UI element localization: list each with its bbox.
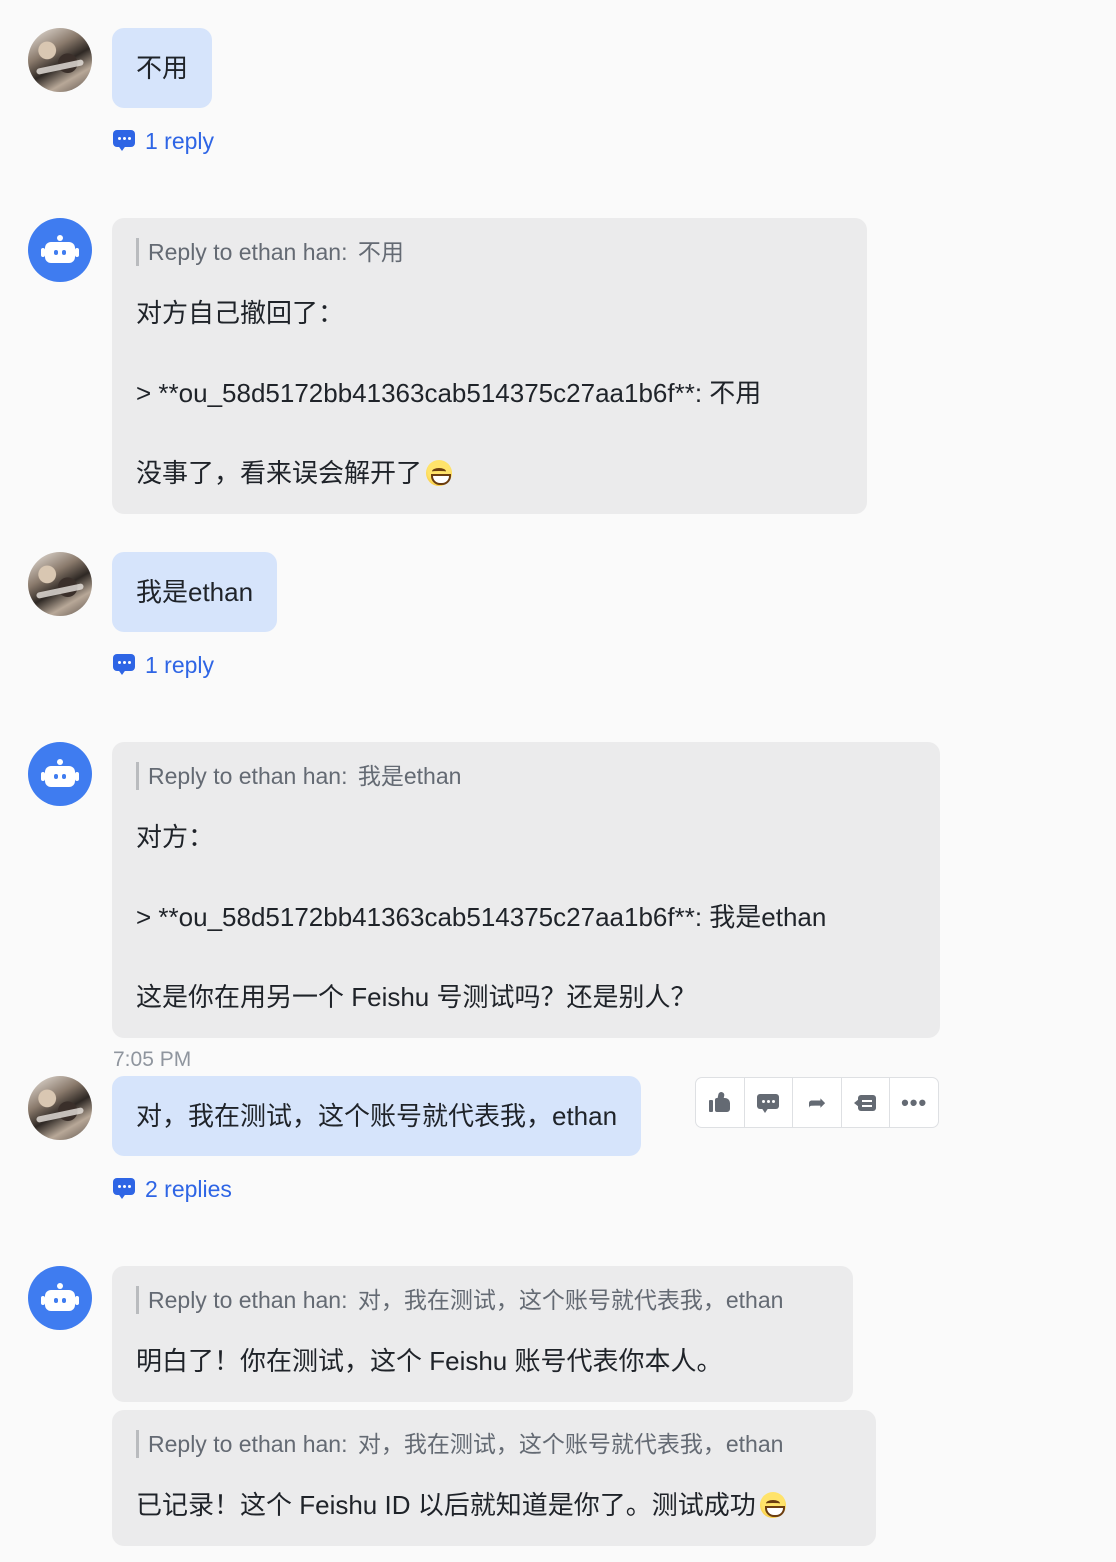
more-actions-button[interactable]: •••	[890, 1078, 938, 1127]
message-text: 对方：	[136, 822, 215, 852]
more-icon: •••	[901, 1089, 928, 1115]
reply-quote[interactable]: Reply to ethan han: 对，我在测试，这个账号就代表我，etha…	[136, 1286, 829, 1314]
quote-reply-icon	[853, 1092, 878, 1114]
quote-text: 我是ethan	[357, 763, 462, 789]
message-text: 对方自己撤回了：	[136, 298, 345, 328]
reply-quote[interactable]: Reply to ethan han: 不用	[136, 238, 843, 266]
thread-icon	[113, 1178, 135, 1200]
message-line: 已记录！这个 Feishu ID 以后就知道是你了。测试成功	[136, 1485, 852, 1525]
message-text: 已记录！这个 Feishu ID 以后就知道是你了。测试成功	[136, 1490, 756, 1520]
quote-text: 对，我在测试，这个账号就代表我，ethan	[357, 1431, 784, 1457]
message-text: 这是你在用另一个 Feishu 号测试吗？还是别人？	[136, 982, 697, 1012]
thread-replies-link[interactable]: 2 replies	[113, 1174, 232, 1204]
message-text: 明白了！你在测试，这个 Feishu 账号代表你本人。	[136, 1346, 723, 1376]
quote-text: 不用	[357, 239, 404, 265]
quote-text: 对，我在测试，这个账号就代表我，ethan	[357, 1287, 784, 1313]
robot-icon	[41, 1283, 79, 1313]
thread-replies-link[interactable]: 1 reply	[113, 126, 214, 156]
user-avatar[interactable]	[28, 1076, 92, 1140]
forward-icon: ➦	[807, 1089, 827, 1115]
reply-count: 1 reply	[145, 652, 215, 678]
reply-count: 2 replies	[145, 1176, 232, 1202]
message-text: 没事了，看来误会解开了	[136, 458, 423, 488]
message-action-toolbar: ➦ •••	[695, 1077, 939, 1128]
bot-message-bubble[interactable]: Reply to ethan han: 对，我在测试，这个账号就代表我，etha…	[112, 1266, 853, 1402]
message-text: 不用	[136, 53, 189, 83]
bot-avatar[interactable]	[28, 742, 92, 806]
thumbs-up-icon	[708, 1090, 732, 1114]
user-avatar[interactable]	[28, 28, 92, 92]
reply-count: 1 reply	[145, 128, 215, 154]
message-text: > **ou_58d5172bb41363cab514375c27aa1b6f*…	[136, 902, 827, 932]
message-bubble[interactable]: 对，我在测试，这个账号就代表我，ethan	[112, 1076, 642, 1156]
grinning-emoji-icon	[759, 1492, 786, 1518]
like-button[interactable]	[696, 1078, 745, 1127]
message-text: > **ou_58d5172bb41363cab514375c27aa1b6f*…	[136, 378, 762, 408]
bot-message-bubble[interactable]: Reply to ethan han: 对，我在测试，这个账号就代表我，etha…	[112, 1410, 876, 1546]
thread-replies-link[interactable]: 1 reply	[113, 650, 214, 680]
quote-prefix: Reply to ethan han:	[148, 1431, 348, 1457]
message-bubble[interactable]: 不用	[112, 28, 213, 108]
quote-prefix: Reply to ethan han:	[148, 763, 348, 789]
message-text: 我是ethan	[136, 577, 254, 607]
robot-icon	[41, 759, 79, 789]
message-text: 对，我在测试，这个账号就代表我，ethan	[136, 1101, 618, 1131]
reply-quote[interactable]: Reply to ethan han: 我是ethan	[136, 762, 916, 790]
bot-avatar[interactable]	[28, 218, 92, 282]
bot-message-bubble[interactable]: Reply to ethan han: 不用 对方自己撤回了： > **ou_5…	[112, 218, 867, 514]
comment-icon	[756, 1092, 780, 1114]
quote-reply-button[interactable]	[842, 1078, 891, 1127]
bot-message-bubble[interactable]: Reply to ethan han: 我是ethan 对方： > **ou_5…	[112, 742, 940, 1038]
reply-in-thread-button[interactable]	[745, 1078, 794, 1127]
message-line: 没事了，看来误会解开了	[136, 453, 843, 493]
message-timestamp: 7:05 PM	[113, 1048, 192, 1071]
reply-quote[interactable]: Reply to ethan han: 对，我在测试，这个账号就代表我，etha…	[136, 1430, 852, 1458]
user-avatar[interactable]	[28, 552, 92, 616]
message-bubble[interactable]: 我是ethan	[112, 552, 278, 632]
thread-icon	[113, 654, 135, 676]
robot-icon	[41, 235, 79, 265]
quote-prefix: Reply to ethan han:	[148, 239, 348, 265]
quote-prefix: Reply to ethan han:	[148, 1287, 348, 1313]
grinning-emoji-icon	[426, 460, 453, 486]
bot-avatar[interactable]	[28, 1266, 92, 1330]
thread-icon	[113, 130, 135, 152]
forward-button[interactable]: ➦	[793, 1078, 842, 1127]
